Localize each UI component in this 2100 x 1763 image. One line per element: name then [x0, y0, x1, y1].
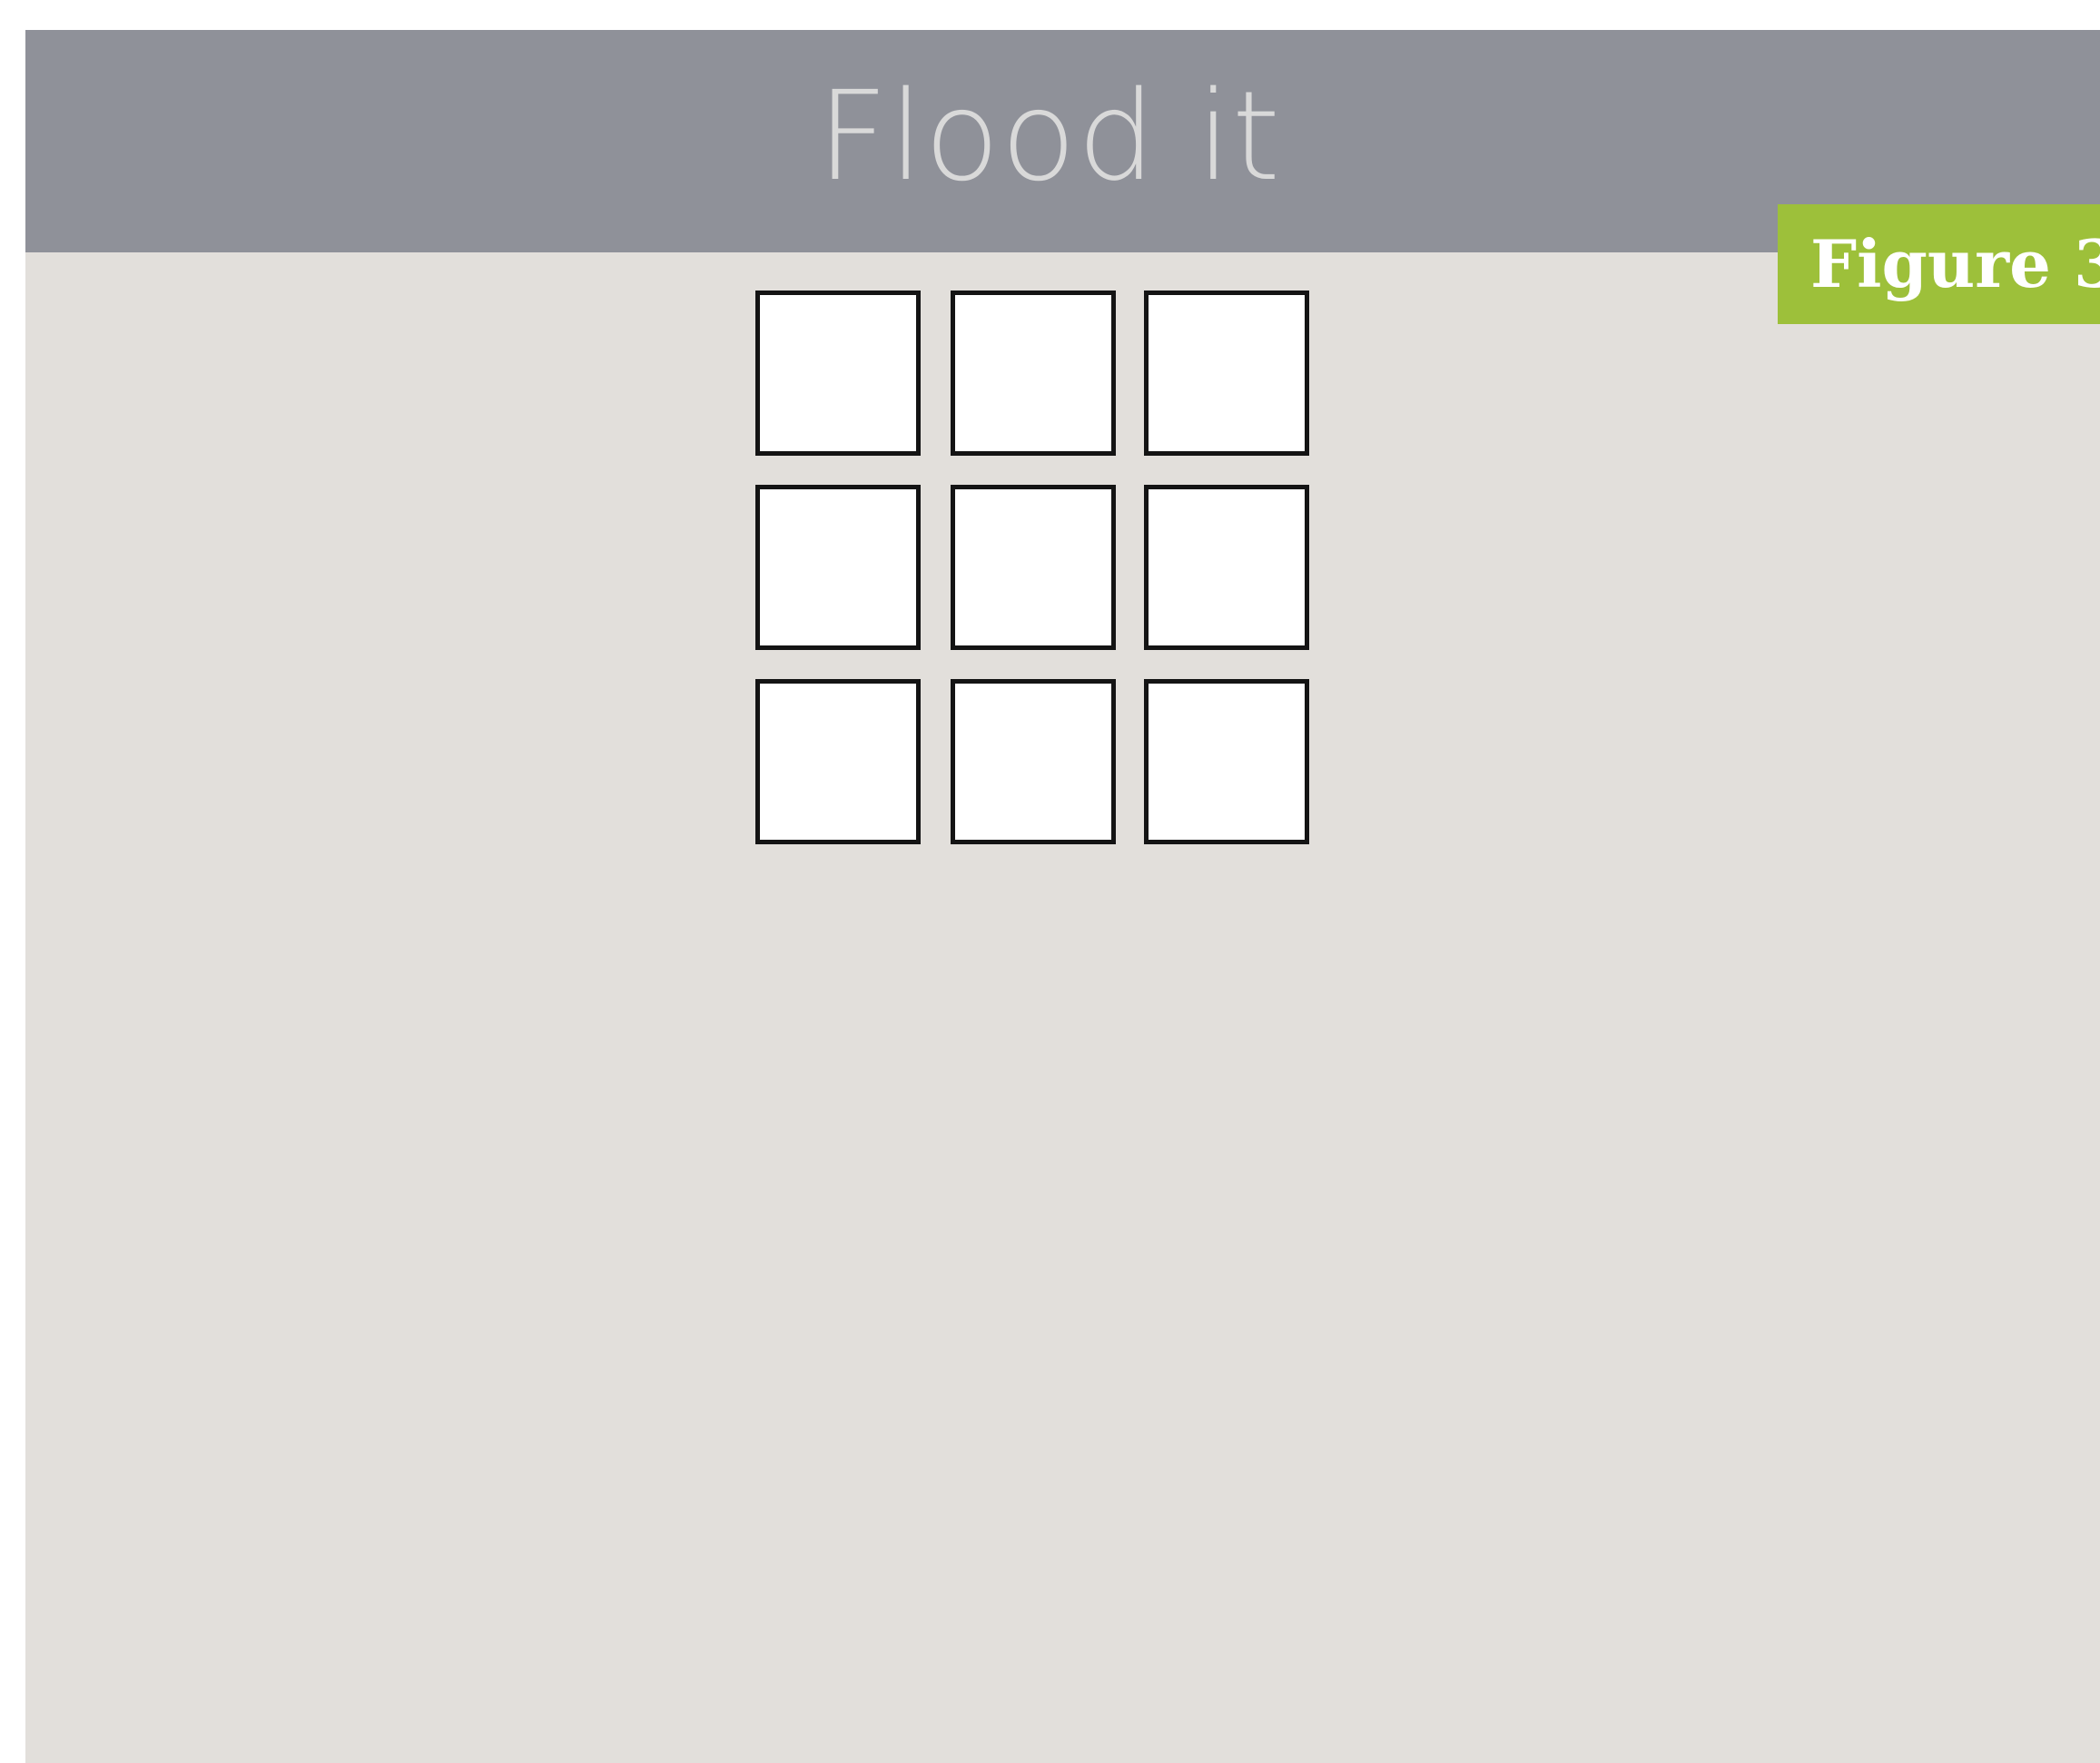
- grid-cell-r2-c3[interactable]: [1144, 485, 1309, 650]
- app-title: Flood it: [816, 65, 1282, 209]
- grid-cell-r3-c1[interactable]: [755, 679, 921, 844]
- grid-cell-r2-c1[interactable]: [755, 485, 921, 650]
- board-grid: [755, 291, 1318, 877]
- grid-cell-r2-c2[interactable]: [951, 485, 1116, 650]
- grid-cell-r3-c3[interactable]: [1144, 679, 1309, 844]
- grid-cell-r1-c3[interactable]: [1144, 291, 1309, 456]
- grid-cell-r1-c1[interactable]: [755, 291, 921, 456]
- grid-cell-r3-c2[interactable]: [951, 679, 1116, 844]
- grid-cell-r1-c2[interactable]: [951, 291, 1116, 456]
- figure-label: Figure 3: [1778, 204, 2100, 324]
